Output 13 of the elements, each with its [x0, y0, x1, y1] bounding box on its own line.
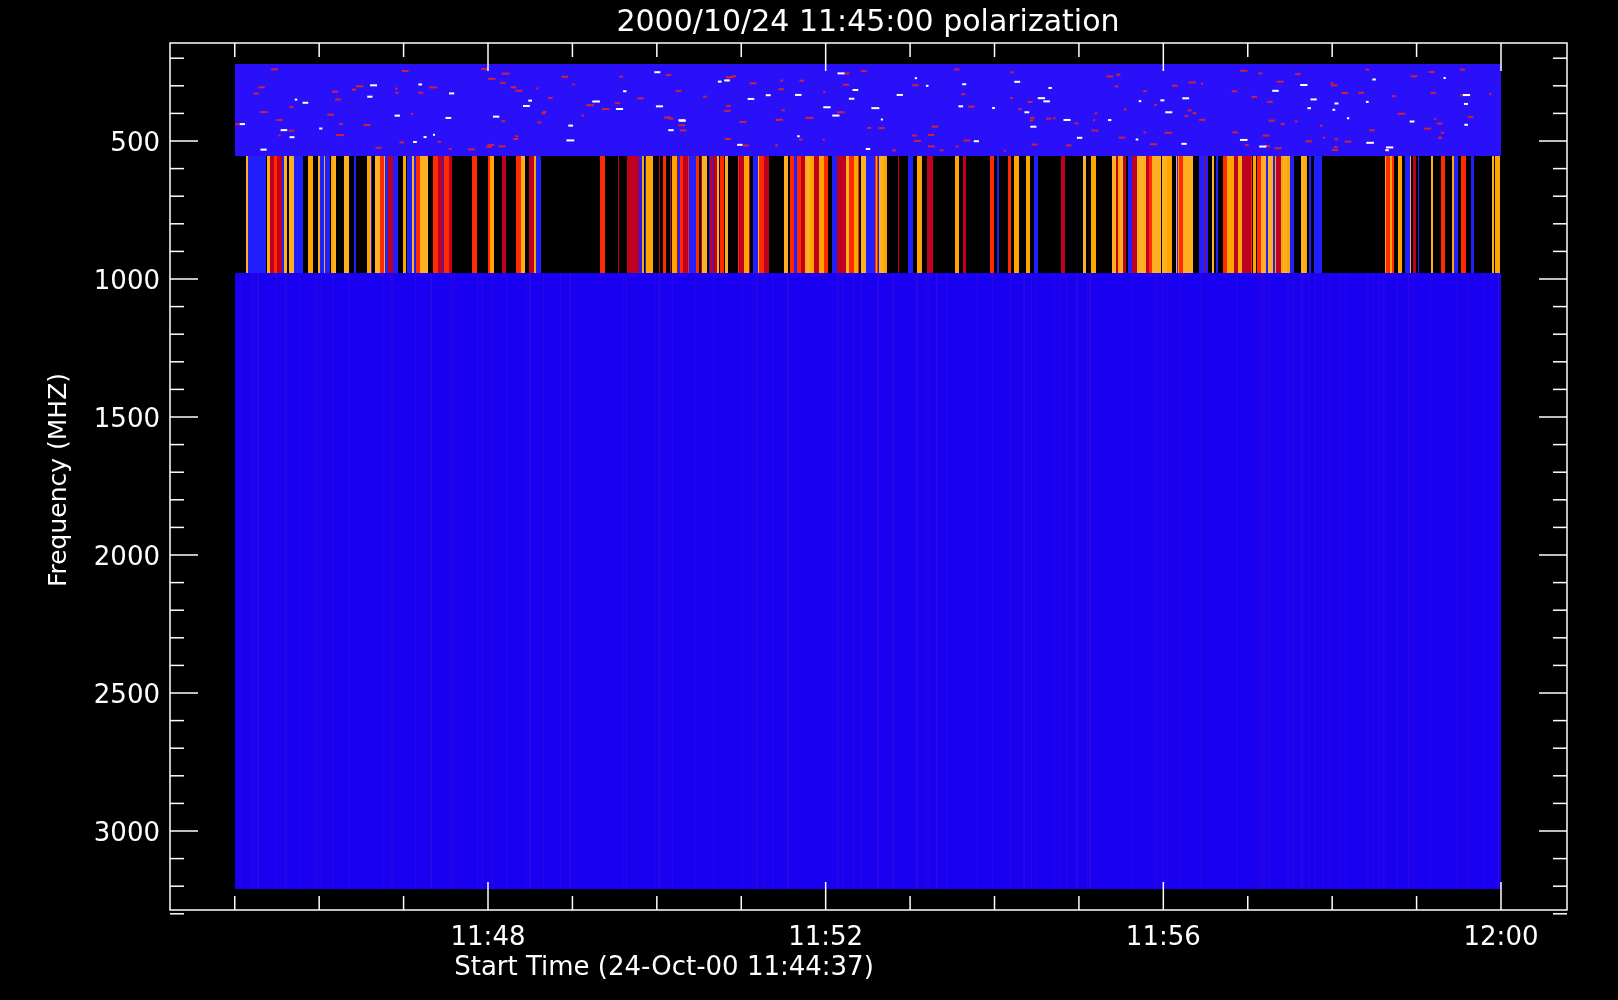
x-tick-label: 11:52 — [788, 921, 864, 951]
y-axis-label: Frequency (MHZ) — [43, 372, 72, 588]
y-tick-label: 500 — [110, 127, 160, 157]
x-tick-label: 11:56 — [1125, 921, 1201, 951]
chart-title: 2000/10/24 11:45:00 polarization — [616, 3, 1120, 38]
y-tick-label: 1000 — [93, 265, 160, 295]
x-axis-label: Start Time (24-Oct-00 11:44:37) — [454, 951, 874, 981]
y-tick-label: 2500 — [93, 679, 160, 709]
x-tick-label: 12:00 — [1463, 921, 1539, 951]
x-tick-label: 11:48 — [450, 921, 526, 951]
y-tick-label: 3000 — [93, 817, 160, 847]
y-tick-label: 2000 — [93, 541, 160, 571]
y-tick-label: 1500 — [93, 403, 160, 433]
